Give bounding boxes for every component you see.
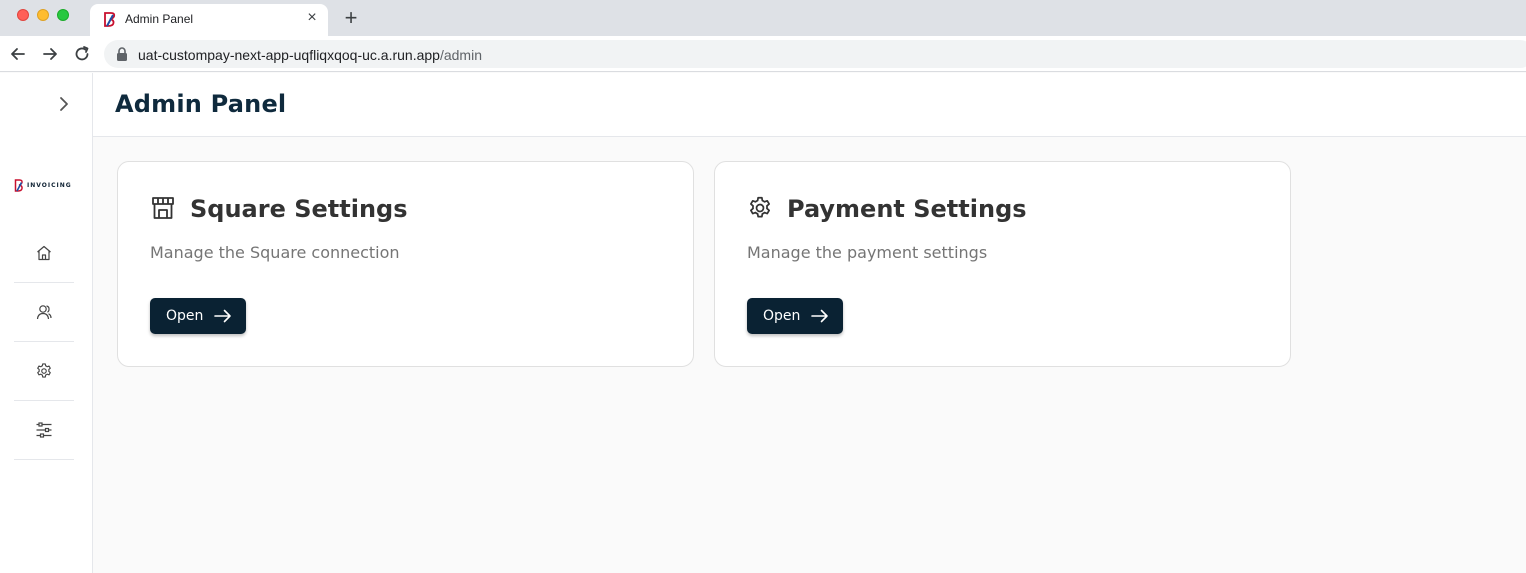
lock-icon	[117, 47, 127, 61]
logo-mark-icon	[14, 178, 23, 192]
payment-settings-card: Payment Settings Manage the payment sett…	[714, 161, 1291, 367]
arrow-right-icon	[811, 309, 828, 323]
logo: INVOICING	[14, 178, 72, 192]
logo-text: INVOICING	[27, 181, 72, 189]
open-button-label: Open	[166, 308, 204, 324]
sidebar-item-settings[interactable]	[14, 342, 74, 401]
home-icon	[37, 245, 51, 261]
arrow-right-icon	[214, 309, 231, 323]
url-host: uat-custompay-next-app-uqfliqxqoq-uc.a.r…	[138, 47, 440, 63]
url-bar[interactable]: uat-custompay-next-app-uqfliqxqoq-uc.a.r…	[104, 40, 1526, 68]
square-settings-card: Square Settings Manage the Square connec…	[117, 161, 694, 367]
sidebar-item-users[interactable]	[14, 283, 74, 342]
open-payment-settings-button[interactable]: Open	[747, 298, 843, 334]
back-arrow-icon[interactable]	[8, 44, 28, 64]
tab-title: Admin Panel	[125, 12, 194, 26]
sidebar-item-home[interactable]	[14, 224, 74, 283]
browser-tab[interactable]: Admin Panel ×	[90, 4, 328, 36]
store-icon	[152, 197, 174, 219]
card-title: Square Settings	[190, 195, 408, 223]
chevron-right-icon[interactable]	[55, 95, 73, 113]
reload-icon[interactable]	[72, 44, 92, 64]
favicon-icon	[104, 12, 116, 27]
sidebar-item-admin[interactable]	[14, 401, 74, 460]
card-description: Manage the payment settings	[747, 243, 988, 262]
page-header: Admin Panel	[93, 73, 1526, 137]
card-description: Manage the Square connection	[150, 243, 400, 262]
sliders-icon	[36, 422, 52, 438]
url-path: /admin	[439, 47, 482, 63]
page-title: Admin Panel	[115, 90, 287, 118]
minimize-window-button[interactable]	[37, 9, 49, 21]
card-title: Payment Settings	[787, 195, 1027, 223]
close-tab-icon[interactable]: ×	[304, 10, 320, 26]
browser-toolbar: uat-custompay-next-app-uqfliqxqoq-uc.a.r…	[0, 36, 1526, 72]
new-tab-button[interactable]: +	[340, 7, 362, 29]
gear-icon	[37, 363, 51, 378]
open-button-label: Open	[763, 308, 801, 324]
sidebar: INVOICING	[0, 73, 93, 573]
gear-icon	[750, 196, 770, 218]
forward-arrow-icon[interactable]	[40, 44, 60, 64]
open-square-settings-button[interactable]: Open	[150, 298, 246, 334]
users-icon	[36, 305, 52, 320]
close-window-button[interactable]	[17, 9, 29, 21]
url-text: uat-custompay-next-app-uqfliqxqoq-uc.a.r…	[138, 47, 482, 63]
maximize-window-button[interactable]	[57, 9, 69, 21]
browser-tab-bar: Admin Panel × +	[0, 0, 1526, 36]
